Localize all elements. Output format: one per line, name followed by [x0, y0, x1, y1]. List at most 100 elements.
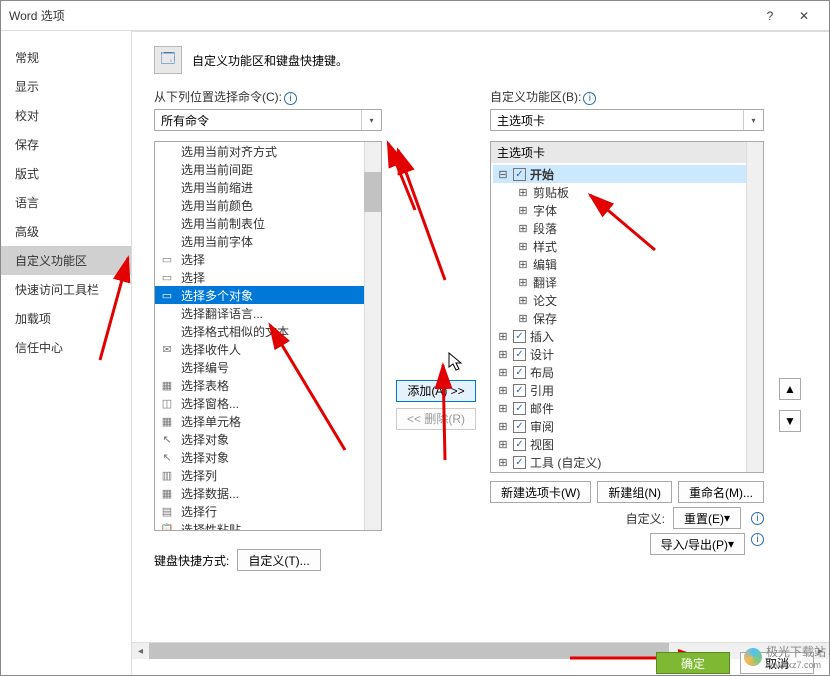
- command-item[interactable]: 选用当前制表位: [155, 214, 381, 232]
- sidebar-item[interactable]: 高级: [1, 217, 131, 246]
- new-tab-button[interactable]: 新建选项卡(W): [490, 481, 591, 503]
- command-item[interactable]: ↖选择对象: [155, 430, 381, 448]
- command-item[interactable]: ▦选择单元格: [155, 412, 381, 430]
- expand-icon[interactable]: ⊞: [517, 276, 529, 289]
- expand-icon[interactable]: ⊞: [517, 258, 529, 271]
- ribbon-scope-dropdown[interactable]: 主选项卡 ▾: [490, 109, 764, 131]
- command-item[interactable]: 选用当前缩进: [155, 178, 381, 196]
- sidebar-item[interactable]: 加载项: [1, 304, 131, 333]
- expand-icon[interactable]: ⊞: [517, 186, 529, 199]
- checkbox[interactable]: ✓: [513, 438, 526, 451]
- expand-icon[interactable]: ⊞: [497, 456, 509, 469]
- ok-button[interactable]: 确定: [656, 652, 730, 674]
- sidebar-item[interactable]: 校对: [1, 101, 131, 130]
- command-item[interactable]: 选择格式相似的文本: [155, 322, 381, 340]
- checkbox[interactable]: ✓: [513, 348, 526, 361]
- command-item[interactable]: ▥选择列: [155, 466, 381, 484]
- command-item[interactable]: 选择编号: [155, 358, 381, 376]
- expand-icon[interactable]: ⊞: [517, 240, 529, 253]
- help-icon[interactable]: i: [284, 92, 297, 105]
- tree-node[interactable]: ⊞保存: [493, 309, 761, 327]
- command-item[interactable]: 📋选择性粘贴...: [155, 520, 381, 531]
- command-item[interactable]: 选用当前对齐方式: [155, 142, 381, 160]
- commands-source-dropdown[interactable]: 所有命令 ▾: [154, 109, 382, 131]
- command-item[interactable]: ▭选择多个对象: [155, 286, 381, 304]
- tree-node[interactable]: ⊞✓工具 (自定义): [493, 453, 761, 471]
- move-up-button[interactable]: ▲: [779, 378, 801, 400]
- sidebar-item[interactable]: 保存: [1, 130, 131, 159]
- import-export-dropdown[interactable]: 导入/导出(P) ▾: [650, 533, 745, 555]
- tree-node[interactable]: ⊞✓设计: [493, 345, 761, 363]
- checkbox[interactable]: ✓: [513, 330, 526, 343]
- move-down-button[interactable]: ▼: [779, 410, 801, 432]
- expand-icon[interactable]: ⊞: [517, 222, 529, 235]
- expand-icon[interactable]: ⊞: [497, 438, 509, 451]
- command-item[interactable]: 选用当前字体: [155, 232, 381, 250]
- checkbox[interactable]: ✓: [513, 168, 526, 181]
- scroll-thumb[interactable]: [364, 172, 381, 212]
- command-item[interactable]: 选用当前颜色: [155, 196, 381, 214]
- checkbox[interactable]: ✓: [513, 402, 526, 415]
- command-item[interactable]: ▦选择表格: [155, 376, 381, 394]
- sidebar-item[interactable]: 版式: [1, 159, 131, 188]
- tree-node[interactable]: ⊞✓插入: [493, 327, 761, 345]
- command-item[interactable]: ▤选择行: [155, 502, 381, 520]
- checkbox[interactable]: ✓: [513, 384, 526, 397]
- remove-button[interactable]: << 删除(R): [396, 408, 476, 430]
- command-item[interactable]: ▭选择▸: [155, 250, 381, 268]
- tree-node[interactable]: ⊟✓开始: [493, 165, 761, 183]
- sidebar-item[interactable]: 快速访问工具栏: [1, 275, 131, 304]
- tree-node[interactable]: ⊞编辑: [493, 255, 761, 273]
- new-group-button[interactable]: 新建组(N): [597, 481, 672, 503]
- expand-icon[interactable]: ⊞: [497, 384, 509, 397]
- expand-icon[interactable]: ⊞: [497, 420, 509, 433]
- command-item[interactable]: ▭选择▸: [155, 268, 381, 286]
- tree-node[interactable]: ⊞✓布局: [493, 363, 761, 381]
- sidebar-item[interactable]: 信任中心: [1, 333, 131, 362]
- customize-kb-button[interactable]: 自定义(T)...: [237, 549, 320, 571]
- scroll-left-icon[interactable]: ◂: [132, 643, 149, 660]
- help-button[interactable]: ?: [753, 5, 787, 27]
- rename-button[interactable]: 重命名(M)...: [678, 481, 764, 503]
- scroll-thumb[interactable]: [149, 643, 669, 659]
- checkbox[interactable]: ✓: [513, 366, 526, 379]
- tree-node[interactable]: ⊞样式: [493, 237, 761, 255]
- command-item[interactable]: ◫选择窗格...: [155, 394, 381, 412]
- command-item[interactable]: 选择翻译语言...: [155, 304, 381, 322]
- sidebar-item[interactable]: 常规: [1, 43, 131, 72]
- tree-node[interactable]: ⊞论文: [493, 291, 761, 309]
- tree-node[interactable]: ⊞✓审阅: [493, 417, 761, 435]
- command-item[interactable]: ✉选择收件人▸: [155, 340, 381, 358]
- tree-node[interactable]: ⊞段落: [493, 219, 761, 237]
- reset-dropdown[interactable]: 重置(E) ▾: [673, 507, 741, 529]
- command-item[interactable]: ↖选择对象: [155, 448, 381, 466]
- expand-icon[interactable]: ⊞: [517, 204, 529, 217]
- commands-listbox[interactable]: 选用当前对齐方式选用当前间距选用当前缩进选用当前颜色选用当前制表位选用当前字体▭…: [154, 141, 382, 531]
- tree-node[interactable]: ⊞✓邮件: [493, 399, 761, 417]
- tree-node[interactable]: ⊞✓视图: [493, 435, 761, 453]
- tree-node[interactable]: ⊞翻译: [493, 273, 761, 291]
- checkbox[interactable]: ✓: [513, 420, 526, 433]
- help-icon[interactable]: i: [751, 512, 764, 525]
- sidebar-item[interactable]: 语言: [1, 188, 131, 217]
- sidebar-item[interactable]: 自定义功能区: [1, 246, 131, 275]
- help-icon[interactable]: i: [751, 533, 764, 546]
- expand-icon[interactable]: ⊞: [497, 366, 509, 379]
- add-button[interactable]: 添加(A) >>: [396, 380, 475, 402]
- expand-icon[interactable]: ⊟: [497, 168, 509, 181]
- command-item[interactable]: ▦选择数据...: [155, 484, 381, 502]
- tree-node[interactable]: ⊞字体: [493, 201, 761, 219]
- expand-icon[interactable]: ⊞: [497, 348, 509, 361]
- command-item[interactable]: 选用当前间距: [155, 160, 381, 178]
- expand-icon[interactable]: ⊞: [497, 402, 509, 415]
- expand-icon[interactable]: ⊞: [497, 330, 509, 343]
- tree-node[interactable]: ⊞✓引用: [493, 381, 761, 399]
- expand-icon[interactable]: ⊞: [517, 312, 529, 325]
- expand-icon[interactable]: ⊞: [517, 294, 529, 307]
- scrollbar[interactable]: [746, 142, 763, 472]
- checkbox[interactable]: ✓: [513, 456, 526, 469]
- help-icon[interactable]: i: [583, 92, 596, 105]
- tree-node[interactable]: ⊞剪贴板: [493, 183, 761, 201]
- ribbon-tree[interactable]: 主选项卡 ⊟✓开始⊞剪贴板⊞字体⊞段落⊞样式⊞编辑⊞翻译⊞论文⊞保存⊞✓插入⊞✓…: [490, 141, 764, 473]
- sidebar-item[interactable]: 显示: [1, 72, 131, 101]
